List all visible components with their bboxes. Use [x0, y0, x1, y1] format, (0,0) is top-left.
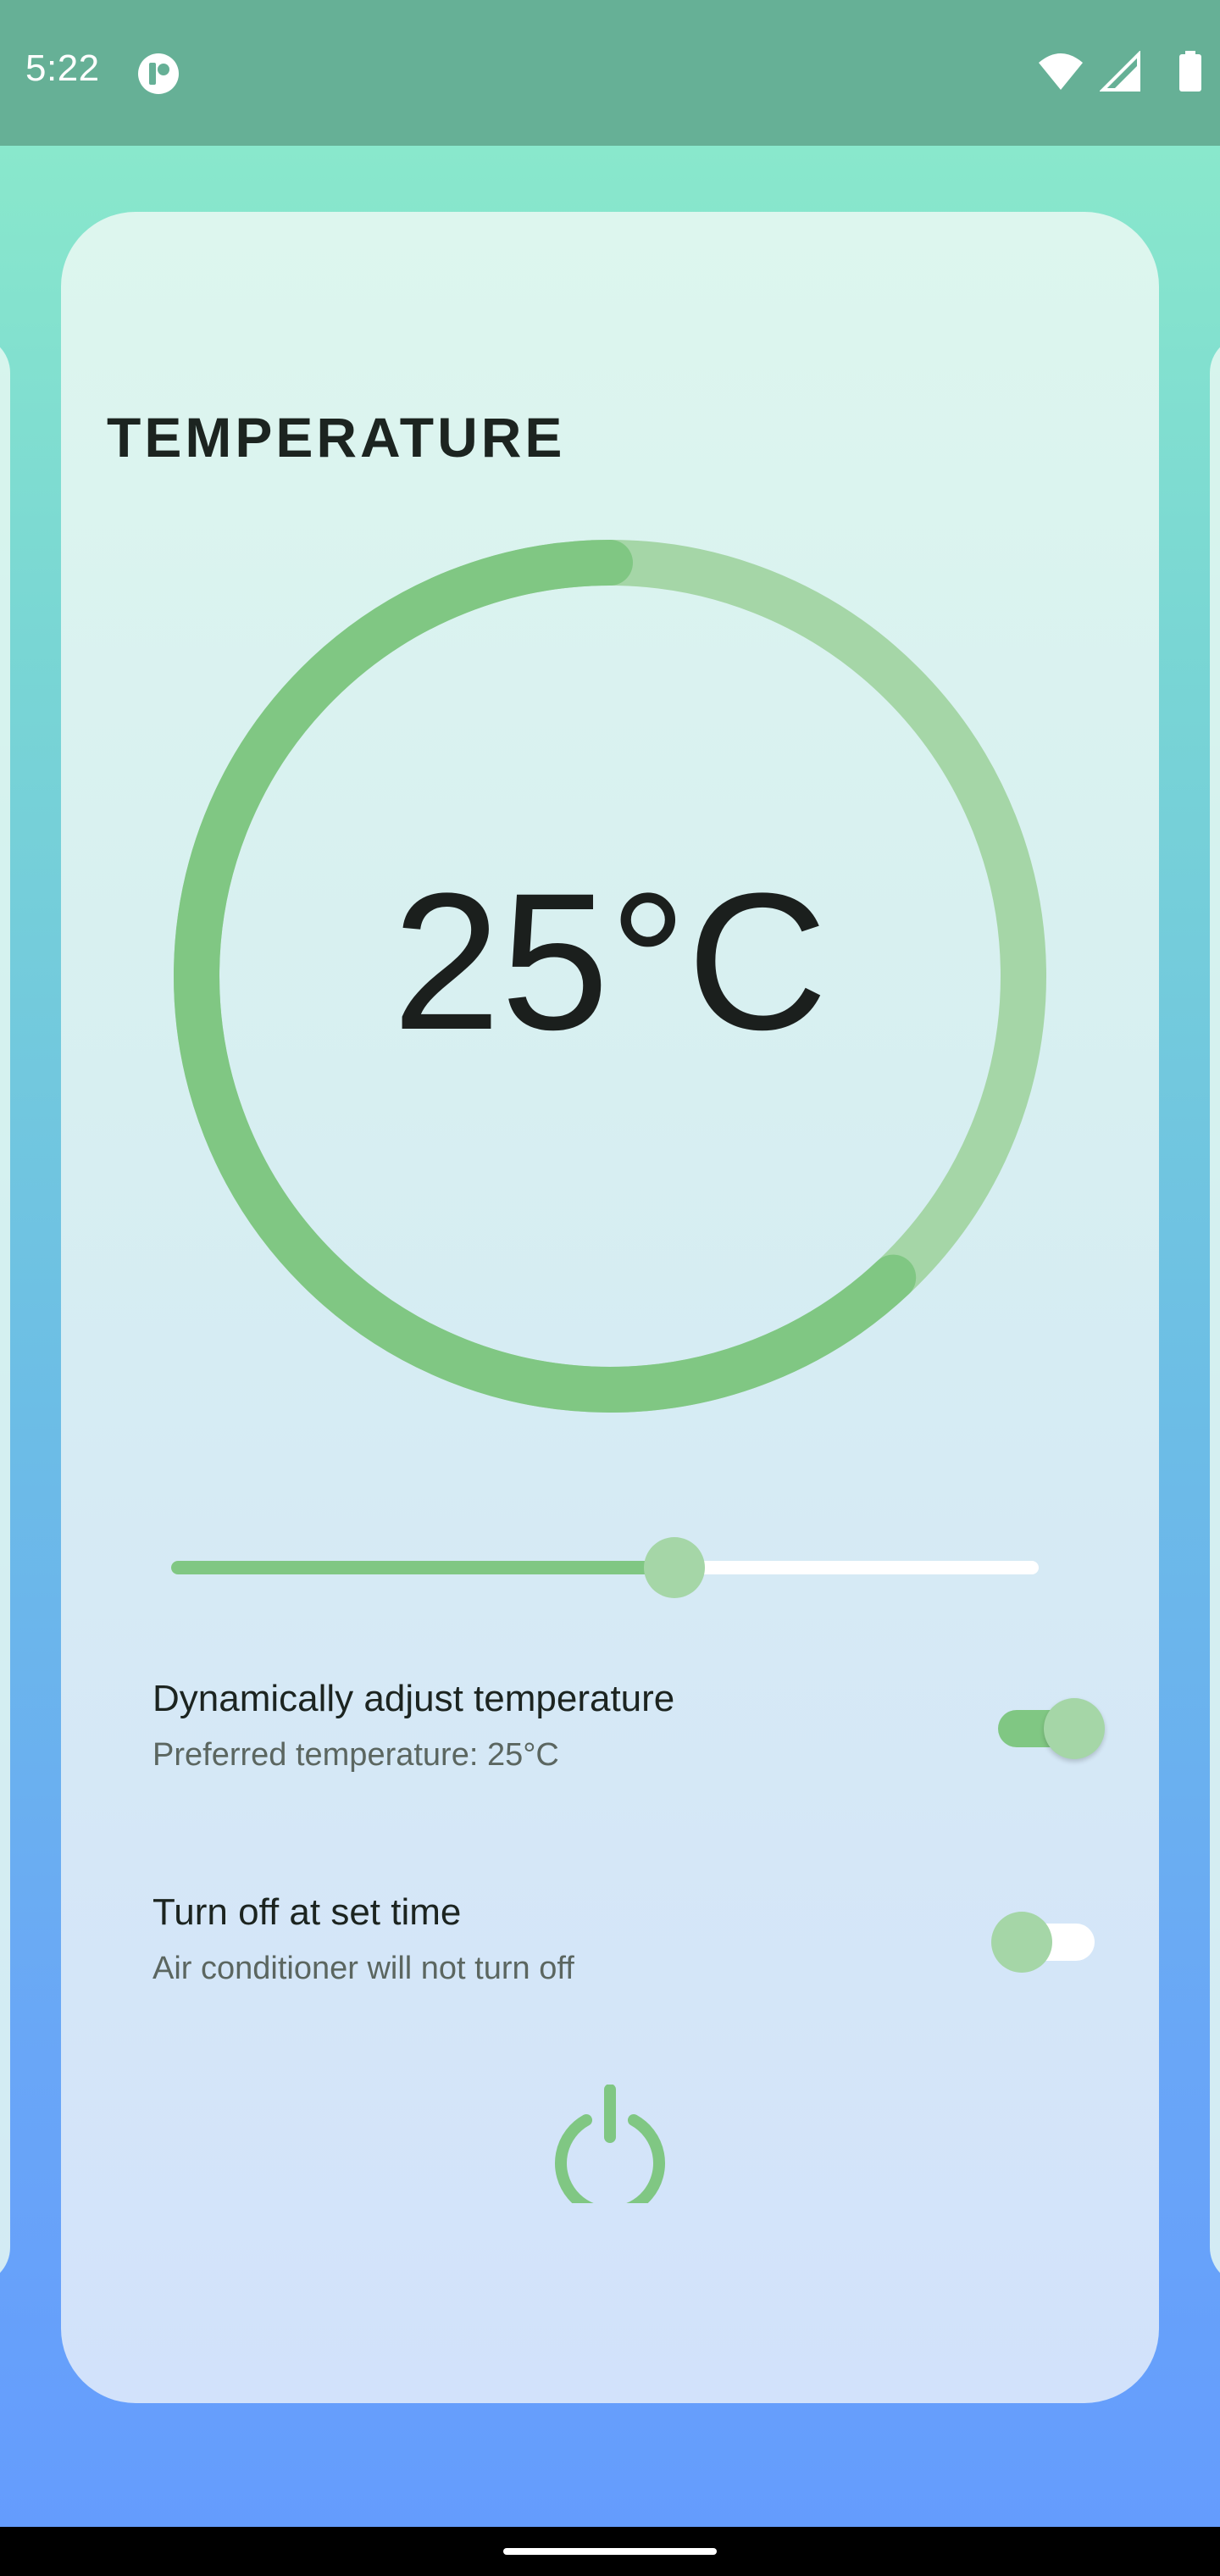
slider-active-track	[171, 1561, 674, 1574]
temperature-readout: 25°C	[392, 852, 828, 1070]
setting-turn-off-timer[interactable]: Turn off at set time Air conditioner wil…	[152, 1891, 1095, 2010]
power-icon	[555, 2084, 665, 2218]
card-title: TEMPERATURE	[107, 406, 566, 469]
battery-icon	[1179, 51, 1201, 92]
temperature-slider[interactable]	[171, 1534, 1039, 1602]
toggle-thumb	[1044, 1698, 1105, 1759]
status-bar: 5:22	[0, 0, 1220, 146]
toggle-thumb	[991, 1912, 1052, 1973]
home-gesture-handle[interactable]	[503, 2548, 717, 2555]
next-card-edge[interactable]	[1210, 336, 1220, 2285]
power-button[interactable]	[551, 2084, 669, 2218]
setting-dynamic-adjust[interactable]: Dynamically adjust temperature Preferred…	[152, 1678, 1105, 1796]
setting-subtitle: Preferred temperature: 25°C	[152, 1737, 559, 1773]
status-time: 5:22	[25, 47, 100, 89]
temperature-card: TEMPERATURE 25°C Dynamically adjust temp…	[61, 212, 1159, 2403]
temperature-dial[interactable]: 25°C	[168, 534, 1052, 1418]
slider-thumb[interactable]	[643, 1537, 705, 1598]
wifi-icon	[1039, 53, 1083, 90]
turn-off-timer-toggle[interactable]	[991, 1903, 1101, 1973]
setting-title: Dynamically adjust temperature	[152, 1678, 675, 1719]
app-notification-icon	[138, 53, 179, 94]
navigation-bar	[0, 2527, 1220, 2576]
app-screen: 5:22 TEMPERATURE 25°C Dynamically adjust…	[0, 0, 1220, 2576]
cellular-signal-icon	[1100, 51, 1140, 92]
setting-title: Turn off at set time	[152, 1891, 462, 1933]
previous-card-edge[interactable]	[0, 336, 10, 2285]
dynamic-adjust-toggle[interactable]	[991, 1690, 1105, 1759]
setting-subtitle: Air conditioner will not turn off	[152, 1951, 574, 1986]
